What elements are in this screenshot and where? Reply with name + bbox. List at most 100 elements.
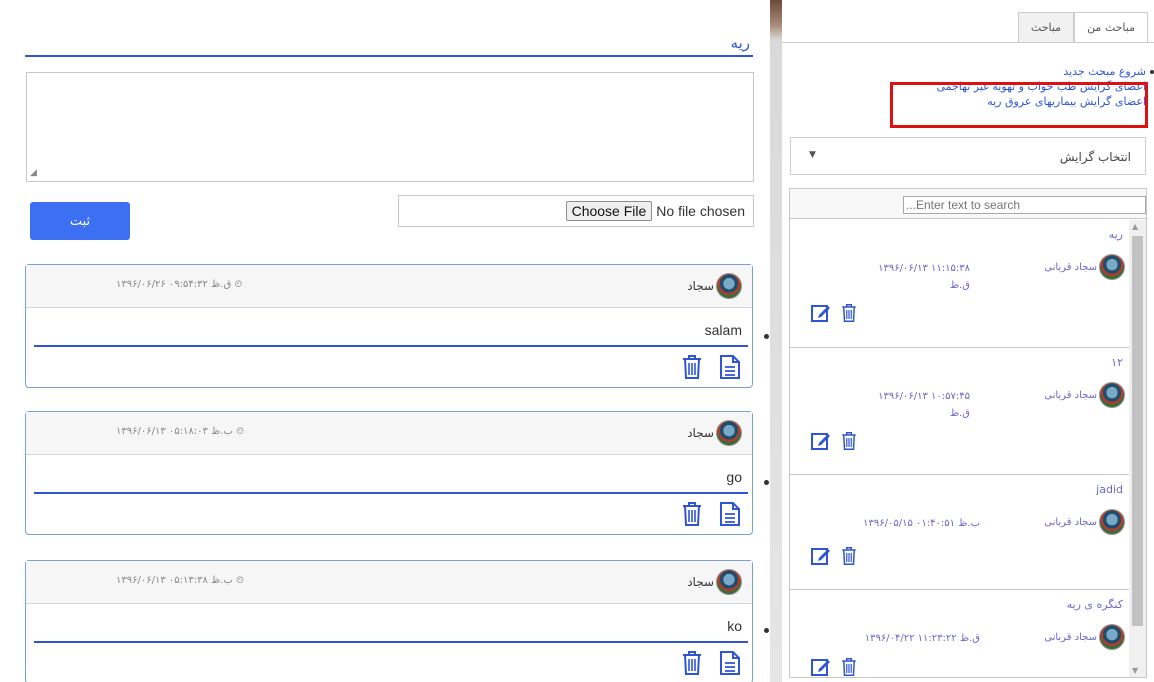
scroll-down-icon[interactable]: ▼ (1132, 666, 1138, 675)
comment-date-text: ۱۳۹۶/۰۶/۱۳ ۰۵:۱۸:۰۳ ب.ظ (116, 426, 233, 437)
tab-my-topics[interactable]: مباحث من (1074, 12, 1148, 42)
bullet-marker (1150, 70, 1154, 74)
bullet-marker (764, 334, 769, 339)
document-icon[interactable] (718, 354, 742, 380)
item-date-line: ۱۳۹۶/۰۵/۱۵ ۰۱:۴۰:۵۱ ب.ظ (863, 518, 980, 529)
app-root: ریه ◢ Choose File No file chosen ثبت ۱۳۹… (0, 0, 1154, 682)
comment-card: ۱۳۹۶/۰۶/۱۳ ۰۵:۱۸:۰۳ ب.ظ ⏲ سجاد go (25, 411, 753, 535)
comment-date-text: ۱۳۹۶/۰۶/۱۳ ۰۵:۱۳:۳۸ ب.ظ (116, 575, 233, 586)
item-date-line: ۱۳۹۶/۰۶/۱۳ ۱۱:۱۵:۳۸ (878, 263, 970, 274)
list-item[interactable]: کنگره ی ریه سجاد قربانی ۱۳۹۶/۰۴/۲۲ ۱۱:۲۳… (790, 590, 1129, 678)
avatar (716, 273, 742, 299)
comment-underline (34, 641, 748, 643)
item-actions (810, 545, 858, 567)
edit-icon[interactable] (810, 302, 832, 324)
item-user-name: سجاد قربانی (1044, 631, 1097, 643)
comment-textarea[interactable] (26, 72, 754, 182)
comment-user: سجاد (687, 569, 742, 595)
search-input[interactable] (903, 196, 1146, 214)
file-upload-field[interactable]: Choose File No file chosen (398, 195, 754, 227)
comment-user: سجاد (687, 273, 742, 299)
item-user: سجاد قربانی (1044, 382, 1125, 408)
item-title: jadid (1096, 483, 1123, 496)
item-title: کنگره ی ریه (1066, 598, 1123, 611)
title-underline (25, 55, 753, 57)
item-date: ۱۳۹۶/۰۵/۱۵ ۰۱:۴۰:۵۱ ب.ظ (830, 515, 980, 532)
document-icon[interactable] (718, 501, 742, 527)
item-date-line: ق.ظ (949, 280, 970, 291)
item-date: ۱۳۹۶/۰۶/۱۳ ۱۰:۵۷:۴۵ ق.ظ (870, 388, 970, 422)
item-user: سجاد قربانی (1044, 624, 1125, 650)
trash-icon[interactable] (680, 650, 704, 676)
divider-image (770, 0, 782, 682)
comment-date: ۱۳۹۶/۰۶/۱۳ ۰۵:۱۳:۳۸ ب.ظ ⏲ (116, 575, 244, 586)
avatar (716, 569, 742, 595)
comment-user: سجاد (687, 420, 742, 446)
tab-underline (782, 42, 1154, 43)
trash-icon[interactable] (840, 302, 858, 324)
clock-icon: ⏲ (236, 575, 244, 586)
list-item[interactable]: ۱۲ سجاد قربانی ۱۳۹۶/۰۶/۱۳ ۱۰:۵۷:۴۵ ق.ظ (790, 348, 1129, 475)
edit-icon[interactable] (810, 430, 832, 452)
submit-button[interactable]: ثبت (30, 202, 130, 240)
comment-user-name: سجاد (687, 279, 714, 293)
edit-icon[interactable] (810, 656, 832, 678)
file-status-text: No file chosen (656, 203, 745, 219)
item-actions (810, 430, 858, 452)
item-user-name: سجاد قربانی (1044, 261, 1097, 273)
item-date: ۱۳۹۶/۰۶/۱۳ ۱۱:۱۵:۳۸ ق.ظ (870, 260, 970, 294)
scrollbar-thumb[interactable] (1132, 236, 1143, 626)
topics-list: ریه سجاد قربانی ۱۳۹۶/۰۶/۱۳ ۱۱:۱۵:۳۸ ق.ظ (790, 220, 1129, 677)
comment-text: ko (727, 618, 742, 634)
trash-icon[interactable] (840, 430, 858, 452)
document-icon[interactable] (718, 650, 742, 676)
edit-icon[interactable] (810, 545, 832, 567)
trash-icon[interactable] (680, 501, 704, 527)
trash-icon[interactable] (680, 354, 704, 380)
avatar (1099, 624, 1125, 650)
item-user: سجاد قربانی (1044, 254, 1125, 280)
choose-file-button[interactable]: Choose File (565, 201, 653, 221)
bullet-marker (764, 480, 769, 485)
comment-card: ۱۳۹۶/۰۶/۱۳ ۰۵:۱۳:۳۸ ب.ظ ⏲ سجاد ko (25, 560, 753, 682)
comment-underline (34, 492, 748, 494)
item-date-line: ق.ظ (949, 408, 970, 419)
comment-header: ۱۳۹۶/۰۶/۱۳ ۰۵:۱۳:۳۸ ب.ظ ⏲ سجاد (26, 561, 752, 604)
list-item[interactable]: ریه سجاد قربانی ۱۳۹۶/۰۶/۱۳ ۱۱:۱۵:۳۸ ق.ظ (790, 220, 1129, 348)
trash-icon[interactable] (840, 545, 858, 567)
new-topic-link[interactable]: شروع مبحث جدید (936, 64, 1146, 79)
scroll-up-icon[interactable]: ▲ (1132, 222, 1138, 231)
comment-actions (680, 354, 742, 380)
avatar (1099, 382, 1125, 408)
topic-detail-panel: ریه ◢ Choose File No file chosen ثبت ۱۳۹… (0, 0, 770, 682)
clock-icon: ⏲ (236, 426, 244, 437)
comment-underline (34, 345, 748, 347)
comment-date: ۱۳۹۶/۰۶/۱۳ ۰۵:۱۸:۰۳ ب.ظ ⏲ (116, 426, 244, 437)
item-actions (810, 656, 858, 678)
avatar (1099, 254, 1125, 280)
specialty-select-value: انتخاب گرایش (1059, 150, 1131, 164)
item-actions (810, 302, 858, 324)
comment-actions (680, 501, 742, 527)
comment-actions (680, 650, 742, 676)
resize-grip-icon[interactable]: ◢ (30, 168, 40, 178)
tab-topics[interactable]: مباحث (1017, 12, 1075, 42)
item-user-name: سجاد قربانی (1044, 516, 1097, 528)
comment-header: ۱۳۹۶/۰۶/۱۳ ۰۵:۱۸:۰۳ ب.ظ ⏲ سجاد (26, 412, 752, 455)
topic-title: ریه (730, 34, 750, 52)
sidebar: مباحث مباحث من شروع مبحث جدید اعضای گرای… (782, 0, 1154, 682)
clock-icon: ⏲ (234, 279, 243, 290)
comment-date: ۱۳۹۶/۰۶/۲۶ ۰۹:۵۴:۳۲ ق.ظ ⏲ (116, 279, 242, 290)
list-item[interactable]: jadid سجاد قربانی ۱۳۹۶/۰۵/۱۵ ۰۱:۴۰:۵۱ ب.… (790, 475, 1129, 590)
item-user-name: سجاد قربانی (1044, 389, 1097, 401)
avatar (1099, 509, 1125, 535)
comment-body: ko (26, 604, 752, 682)
search-bar (790, 189, 1146, 219)
specialty-select[interactable]: انتخاب گرایش ▼ (790, 137, 1146, 175)
topics-list-panel: ریه سجاد قربانی ۱۳۹۶/۰۶/۱۳ ۱۱:۱۵:۳۸ ق.ظ (789, 188, 1147, 678)
item-title: ۱۲ (1111, 356, 1123, 369)
trash-icon[interactable] (840, 656, 858, 678)
item-date: ۱۳۹۶/۰۴/۲۲ ۱۱:۲۳:۲۲ ق.ظ (830, 630, 980, 647)
item-date-line: ۱۳۹۶/۰۴/۲۲ ۱۱:۲۳:۲۲ ق.ظ (864, 633, 980, 644)
list-scrollbar[interactable]: ▲ ▼ (1129, 220, 1146, 677)
